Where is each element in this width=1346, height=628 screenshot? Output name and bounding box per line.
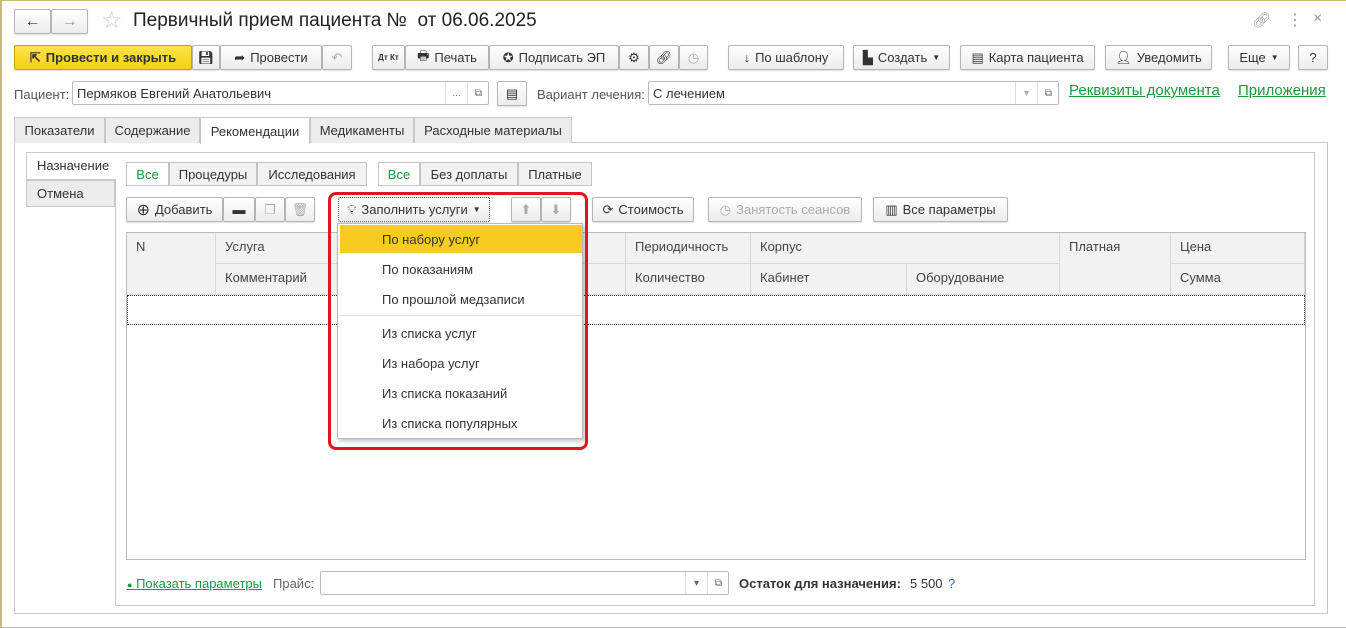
clock-icon: ◷ — [719, 201, 732, 217]
col-paid[interactable]: Платная — [1060, 233, 1171, 295]
open-icon[interactable]: ⧉ — [467, 82, 489, 104]
plus-circle-icon: ⊕ — [136, 201, 150, 219]
chevron-down-icon: ▼ — [932, 53, 941, 62]
arrow-forward-icon: ➦ — [234, 49, 246, 65]
remainder-value: 5 500 — [910, 576, 943, 591]
dropdown-icon[interactable]: ▾ — [1015, 82, 1037, 104]
filter-all[interactable]: Все — [126, 162, 169, 186]
open-icon[interactable]: ⧉ — [707, 572, 729, 594]
favorite-star-icon[interactable]: ☆ — [101, 6, 123, 35]
page-title: Первичный прием пациента № от 06.06.2025 — [133, 10, 537, 31]
floppy-icon: 💾︎ — [197, 49, 215, 65]
side-tab-cancel[interactable]: Отмена — [26, 180, 115, 207]
delete-icon[interactable]: 🗑︎ — [285, 197, 315, 222]
requisites-link[interactable]: Реквизиты документа — [1069, 82, 1220, 99]
patient-label: Пациент: — [14, 87, 70, 102]
filter-procedures[interactable]: Процедуры — [169, 162, 257, 186]
user-check-icon: 👤︎ — [1115, 49, 1132, 65]
attachments-link[interactable]: Приложения — [1238, 82, 1326, 99]
more-button[interactable]: Еще ▼ — [1228, 45, 1290, 70]
gears-icon[interactable]: ⚙ — [619, 45, 649, 70]
patient-input[interactable]: Пермяков Евгений Анатольевич ... ⧉ — [72, 81, 489, 105]
tab-recommendations[interactable]: Рекомендации — [200, 117, 310, 144]
filter-studies[interactable]: Исследования — [257, 162, 367, 186]
show-params-link[interactable]: ● Показать параметры — [127, 576, 262, 591]
post-close-icon: ⇱ — [29, 49, 41, 65]
sessions-button[interactable]: ◷ Занятость сеансов — [708, 197, 862, 222]
choose-button[interactable]: ... — [445, 82, 467, 104]
forward-button[interactable]: → — [51, 9, 88, 34]
col-sum[interactable]: Сумма — [1171, 264, 1305, 295]
add-button[interactable]: ⊕ Добавить — [126, 197, 223, 222]
link-icon[interactable]: 🔗︎ — [1252, 11, 1271, 29]
more-dots-icon[interactable]: ⋮ — [1287, 10, 1303, 30]
open-icon[interactable]: ⧉ — [1037, 82, 1059, 104]
col-price[interactable]: Цена — [1171, 233, 1305, 264]
col-room[interactable]: Кабинет — [751, 264, 907, 295]
create-button[interactable]: ▙ Создать ▼ — [853, 45, 950, 70]
bullet-icon: ● — [127, 580, 133, 590]
help-button[interactable]: ? — [1298, 45, 1328, 70]
cost-button[interactable]: ⟳ Стоимость — [592, 197, 694, 222]
table-row[interactable] — [127, 295, 1305, 325]
documents-icon: ▙ — [862, 49, 873, 65]
side-tab-assignment[interactable]: Назначение — [26, 152, 116, 180]
filter-paid[interactable]: Платные — [518, 162, 592, 186]
services-table: N Услуга Комментарий Периодичность Колич… — [126, 232, 1306, 560]
price-select[interactable]: ▾ ⧉ — [320, 571, 729, 595]
patient-card-button[interactable]: ▤ Карта пациента — [960, 45, 1095, 70]
tab-indicators[interactable]: Показатели — [14, 117, 105, 143]
by-template-button[interactable]: ↓ По шаблону — [728, 45, 844, 70]
col-period[interactable]: Периодичность — [626, 233, 751, 264]
filter-pay-all[interactable]: Все — [378, 162, 420, 186]
arrow-down-icon: ↓ — [743, 50, 751, 65]
col-n[interactable]: N — [127, 233, 216, 295]
tab-consumables[interactable]: Расходные материалы — [414, 117, 572, 143]
history-icon[interactable]: ◷ — [679, 45, 708, 70]
variant-label: Вариант лечения: — [537, 87, 645, 102]
remainder-label: Остаток для назначения: — [739, 576, 901, 591]
tab-content[interactable]: Содержание — [105, 117, 200, 143]
columns-icon: ▥ — [885, 201, 898, 217]
help-link[interactable]: ? — [948, 576, 955, 591]
chevron-down-icon: ▼ — [1270, 53, 1279, 62]
col-building[interactable]: Корпус — [751, 233, 1060, 264]
highlight-box — [328, 192, 588, 450]
undo-post-button[interactable]: ↶ — [322, 45, 352, 70]
sign-button[interactable]: ✪ Подписать ЭП — [489, 45, 619, 70]
price-label: Прайс: — [273, 576, 315, 591]
print-button[interactable]: 🖶 Печать — [405, 45, 489, 70]
post-button[interactable]: ➦ Провести — [220, 45, 322, 70]
col-equipment[interactable]: Оборудование — [907, 264, 1060, 295]
card-icon: ▤ — [971, 49, 984, 65]
tab-medications[interactable]: Медикаменты — [310, 117, 414, 143]
back-button[interactable]: ← — [14, 9, 51, 34]
save-button[interactable]: 💾︎ — [192, 45, 220, 70]
chain-link-icon[interactable]: 🔗︎ — [649, 45, 679, 70]
hierarchy-icon[interactable]: ▬ — [223, 197, 255, 222]
col-quantity[interactable]: Количество — [626, 264, 751, 295]
printer-icon: 🖶 — [417, 47, 430, 63]
notify-button[interactable]: 👤︎ Уведомить — [1105, 45, 1212, 70]
variant-select[interactable]: С лечением ▾ ⧉ — [648, 81, 1059, 105]
post-and-close-button[interactable]: ⇱ Провести и закрыть — [14, 45, 192, 70]
all-params-button[interactable]: ▥ Все параметры — [873, 197, 1008, 222]
patient-card-icon[interactable]: ▤ — [497, 81, 527, 106]
dropdown-icon[interactable]: ▾ — [685, 572, 707, 594]
seal-icon: ✪ — [502, 49, 514, 65]
dtkt-button[interactable]: Дт Кт — [372, 45, 405, 70]
copy-icon[interactable]: ❐ — [255, 197, 285, 222]
filter-no-surcharge[interactable]: Без доплаты — [420, 162, 518, 186]
refresh-icon: ⟳ — [602, 201, 614, 217]
close-icon[interactable]: × — [1313, 10, 1322, 28]
